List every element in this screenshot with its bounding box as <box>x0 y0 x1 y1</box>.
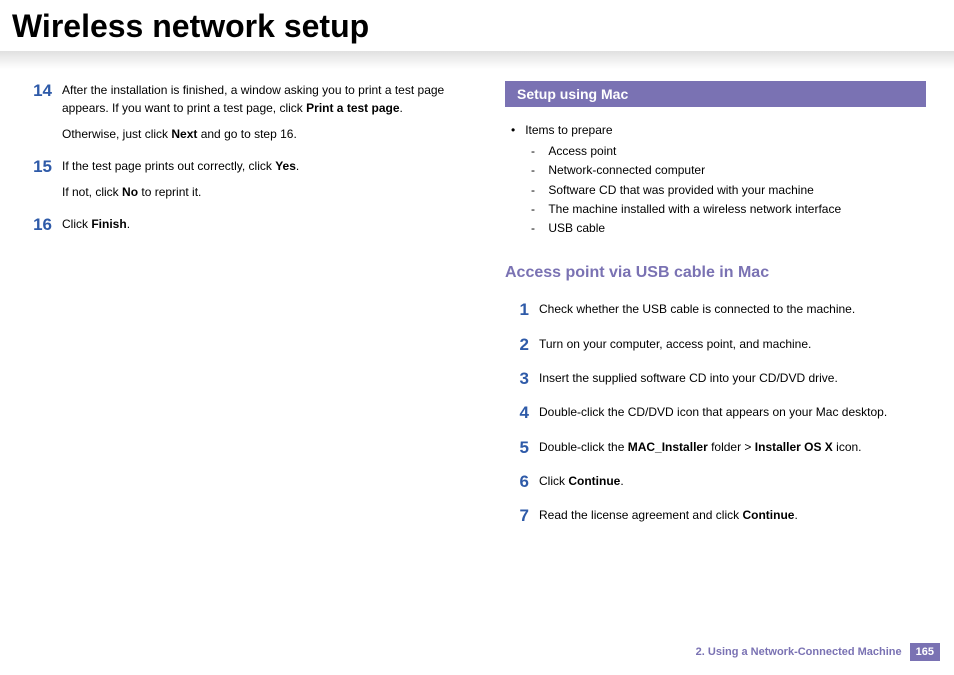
step: 3Insert the supplied software CD into yo… <box>505 369 926 389</box>
step: 14After the installation is finished, a … <box>28 81 449 143</box>
step-number: 1 <box>505 300 539 320</box>
prep-item: - Access point <box>531 142 926 161</box>
step-body: Check whether the USB cable is connected… <box>539 300 926 320</box>
title-shadow <box>0 51 954 69</box>
step-number: 3 <box>505 369 539 389</box>
step-body: Click Continue. <box>539 472 926 492</box>
step-number: 5 <box>505 438 539 458</box>
step-number: 16 <box>28 215 62 235</box>
step: 1Check whether the USB cable is connecte… <box>505 300 926 320</box>
step: 5Double-click the MAC_Installer folder >… <box>505 438 926 458</box>
step-number: 6 <box>505 472 539 492</box>
prep-item: - USB cable <box>531 219 926 238</box>
step-body: After the installation is finished, a wi… <box>62 81 449 143</box>
step-body: Read the license agreement and click Con… <box>539 506 926 526</box>
footer: 2. Using a Network-Connected Machine 165 <box>696 643 940 661</box>
step-body: Turn on your computer, access point, and… <box>539 335 926 355</box>
step: 2Turn on your computer, access point, an… <box>505 335 926 355</box>
prep-item: - The machine installed with a wireless … <box>531 200 926 219</box>
step: 15If the test page prints out correctly,… <box>28 157 449 201</box>
step-body: Double-click the MAC_Installer folder > … <box>539 438 926 458</box>
step-number: 15 <box>28 157 62 201</box>
page-title: Wireless network setup <box>0 0 954 53</box>
section-header: Setup using Mac <box>505 81 926 107</box>
footer-chapter: 2. Using a Network-Connected Machine <box>696 646 902 658</box>
left-column: 14After the installation is finished, a … <box>0 81 477 541</box>
step-body: Click Finish. <box>62 215 449 235</box>
step-number: 2 <box>505 335 539 355</box>
step-number: 7 <box>505 506 539 526</box>
prep-item: - Network-connected computer <box>531 161 926 180</box>
step: 4Double-click the CD/DVD icon that appea… <box>505 403 926 423</box>
step: 16Click Finish. <box>28 215 449 235</box>
subheading: Access point via USB cable in Mac <box>505 264 926 282</box>
step: 7Read the license agreement and click Co… <box>505 506 926 526</box>
footer-page-number: 165 <box>910 643 940 661</box>
right-column: Setup using Mac • Items to prepare - Acces… <box>477 81 954 541</box>
step: 6Click Continue. <box>505 472 926 492</box>
step-body: Double-click the CD/DVD icon that appear… <box>539 403 926 423</box>
prep-label: • Items to prepare <box>511 121 926 140</box>
step-body: Insert the supplied software CD into you… <box>539 369 926 389</box>
prep-item: - Software CD that was provided with you… <box>531 181 926 200</box>
step-number: 14 <box>28 81 62 143</box>
content: 14After the installation is finished, a … <box>0 69 954 541</box>
step-number: 4 <box>505 403 539 423</box>
step-body: If the test page prints out correctly, c… <box>62 157 449 201</box>
